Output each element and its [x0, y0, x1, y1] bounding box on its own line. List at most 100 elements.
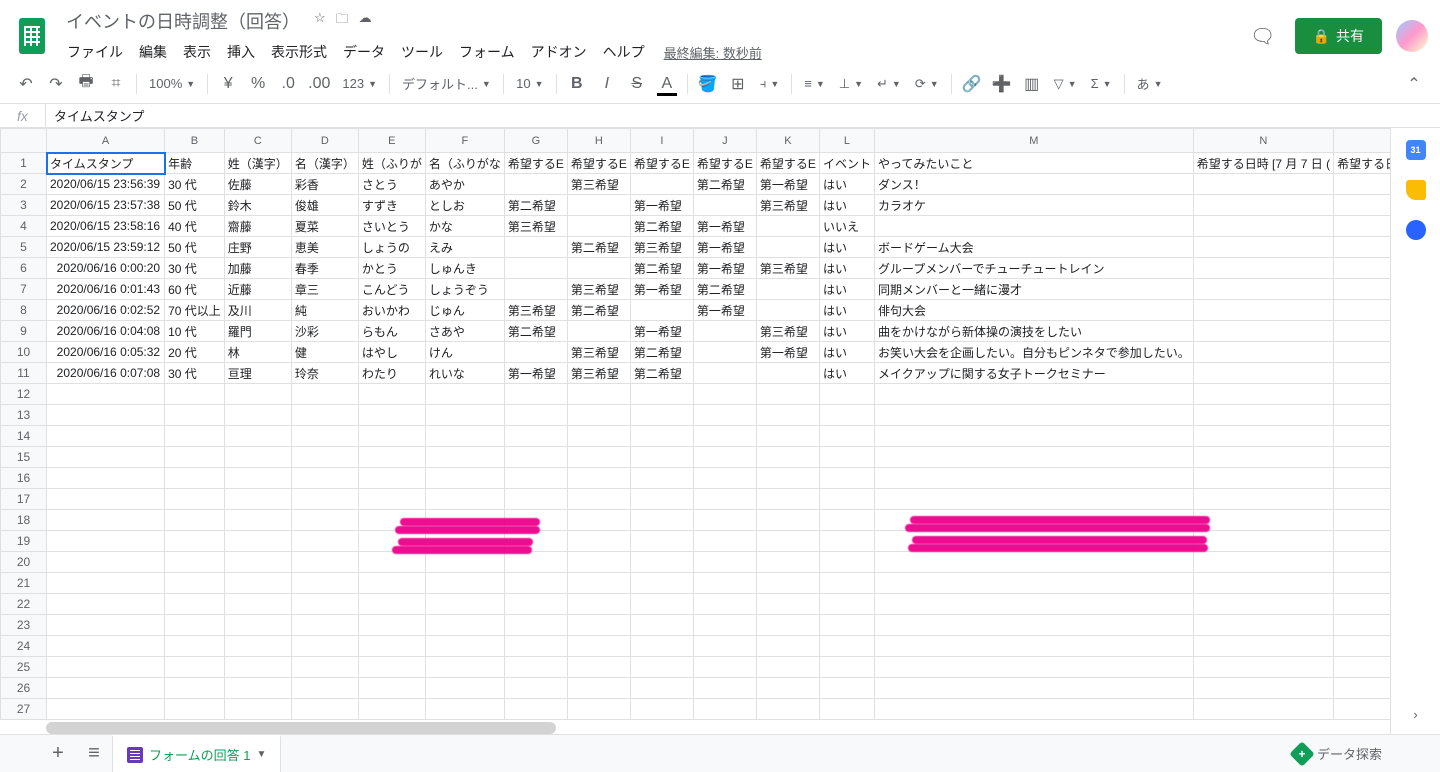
cell[interactable]: メイクアップに関する女子トークセミナー [874, 363, 1193, 384]
cell[interactable] [819, 531, 874, 552]
cell[interactable] [630, 300, 693, 321]
cell[interactable]: 第二希望 [630, 216, 693, 237]
cell[interactable] [358, 552, 425, 573]
cell[interactable]: イベント [819, 153, 874, 174]
cell[interactable] [567, 552, 630, 573]
cell[interactable]: おいかわ [358, 300, 425, 321]
cell[interactable] [165, 489, 225, 510]
cell[interactable] [165, 384, 225, 405]
cell[interactable] [425, 678, 504, 699]
cell[interactable] [756, 216, 819, 237]
cell[interactable]: 30 代 [165, 258, 225, 279]
cell[interactable] [874, 489, 1193, 510]
cell[interactable]: 第二希望 [504, 321, 567, 342]
cell[interactable] [504, 447, 567, 468]
row-header[interactable]: 18 [1, 510, 47, 531]
cell[interactable] [504, 615, 567, 636]
cell[interactable] [819, 447, 874, 468]
wrap-button[interactable]: ↵▼ [871, 70, 907, 98]
cell[interactable]: 2020/06/16 0:01:43 [47, 279, 165, 300]
cell[interactable] [1334, 678, 1390, 699]
cell[interactable]: やってみたいこと [874, 153, 1193, 174]
cell[interactable] [358, 636, 425, 657]
cell[interactable]: さあや [425, 321, 504, 342]
cell[interactable]: 沙彩 [291, 321, 358, 342]
cell[interactable] [693, 594, 756, 615]
cell[interactable] [291, 468, 358, 489]
cell[interactable] [1334, 510, 1390, 531]
cell[interactable] [1334, 405, 1390, 426]
cell[interactable]: しょうぞう [425, 279, 504, 300]
cell[interactable] [291, 447, 358, 468]
cell[interactable]: はい [819, 195, 874, 216]
cell[interactable] [224, 489, 291, 510]
cell[interactable] [874, 384, 1193, 405]
cell[interactable] [224, 384, 291, 405]
cell[interactable] [693, 468, 756, 489]
fill-color-button[interactable]: 🪣 [694, 70, 722, 98]
cell[interactable] [567, 258, 630, 279]
cell[interactable]: はい [819, 300, 874, 321]
cell[interactable]: 曲をかけながら新体操の演技をしたい [874, 321, 1193, 342]
cell[interactable]: 第二希望 [567, 300, 630, 321]
cell[interactable]: はい [819, 321, 874, 342]
cell[interactable]: 第二希望 [630, 342, 693, 363]
cell[interactable] [1193, 426, 1333, 447]
column-header-D[interactable]: D [291, 129, 358, 153]
cell[interactable]: すずき [358, 195, 425, 216]
cell[interactable] [693, 552, 756, 573]
cell[interactable] [425, 489, 504, 510]
cell[interactable] [165, 636, 225, 657]
row-header[interactable]: 10 [1, 342, 47, 363]
link-button[interactable]: 🔗 [958, 70, 986, 98]
cell[interactable] [1193, 384, 1333, 405]
cell[interactable] [567, 573, 630, 594]
cell[interactable]: しょうの [358, 237, 425, 258]
cell[interactable] [630, 531, 693, 552]
chart-button[interactable]: ▥ [1018, 70, 1046, 98]
cell[interactable] [358, 594, 425, 615]
cell[interactable] [756, 552, 819, 573]
cell[interactable]: はい [819, 279, 874, 300]
cell[interactable] [756, 615, 819, 636]
cell[interactable] [693, 678, 756, 699]
column-header-F[interactable]: F [425, 129, 504, 153]
cell[interactable]: 2020/06/15 23:57:38 [47, 195, 165, 216]
cell[interactable] [165, 405, 225, 426]
cell[interactable]: 第二希望 [567, 237, 630, 258]
cell[interactable] [630, 489, 693, 510]
cell[interactable] [693, 405, 756, 426]
menu-編集[interactable]: 編集 [132, 38, 174, 66]
collapse-toolbar-button[interactable]: ⌃ [1400, 70, 1428, 98]
cell[interactable] [224, 615, 291, 636]
cell[interactable] [693, 342, 756, 363]
cell[interactable] [567, 489, 630, 510]
cell[interactable]: 章三 [291, 279, 358, 300]
column-header-O[interactable]: O [1334, 129, 1390, 153]
cell[interactable]: お笑い大会を企画したい。自分もピンネタで参加したい。 [874, 342, 1193, 363]
cell[interactable] [630, 447, 693, 468]
row-header[interactable]: 13 [1, 405, 47, 426]
cell[interactable] [47, 573, 165, 594]
cell[interactable]: 2020/06/16 0:02:52 [47, 300, 165, 321]
cell[interactable] [165, 678, 225, 699]
column-header-C[interactable]: C [224, 129, 291, 153]
cell[interactable] [291, 615, 358, 636]
cell[interactable]: 2020/06/16 0:00:20 [47, 258, 165, 279]
cell[interactable] [693, 384, 756, 405]
cell[interactable] [693, 636, 756, 657]
cell[interactable] [567, 594, 630, 615]
cell[interactable] [504, 279, 567, 300]
cell[interactable] [819, 657, 874, 678]
cell[interactable] [693, 489, 756, 510]
row-header[interactable]: 2 [1, 174, 47, 195]
cell[interactable] [291, 405, 358, 426]
cell[interactable] [693, 657, 756, 678]
cell[interactable]: こんどう [358, 279, 425, 300]
account-avatar[interactable] [1396, 20, 1428, 52]
cell[interactable] [425, 468, 504, 489]
cell[interactable] [630, 678, 693, 699]
cell[interactable] [504, 531, 567, 552]
cell[interactable] [1334, 552, 1390, 573]
cell[interactable] [874, 636, 1193, 657]
